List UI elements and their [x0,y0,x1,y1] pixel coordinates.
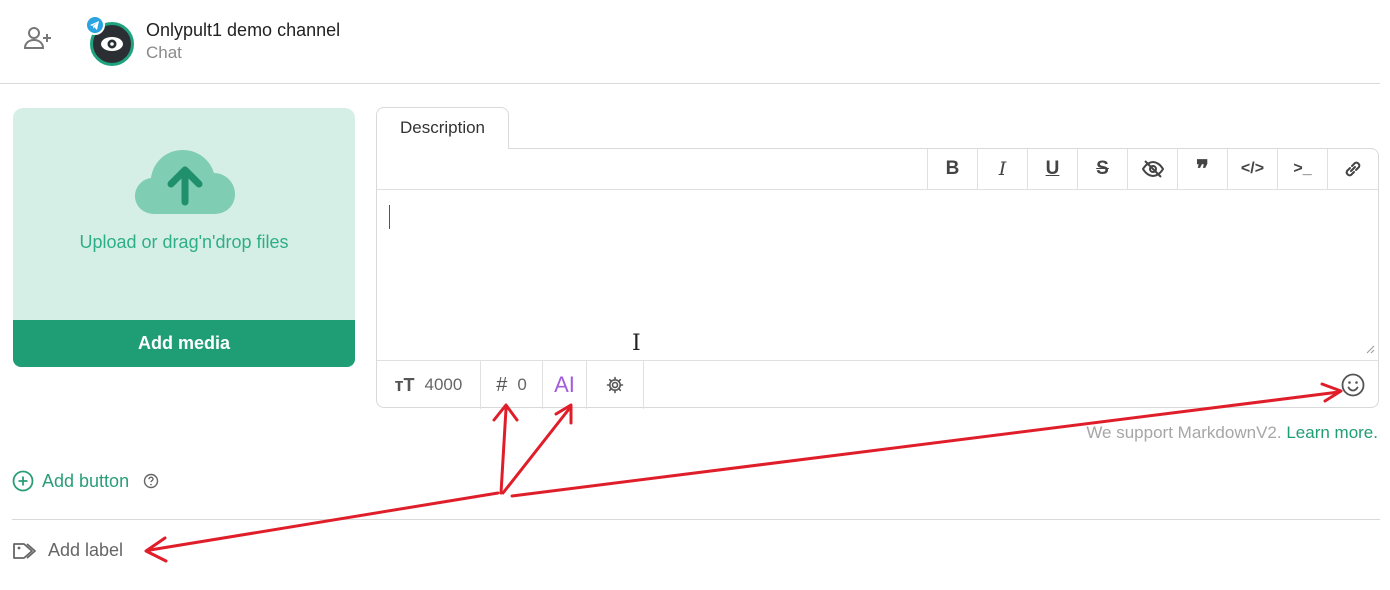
channel-type: Chat [146,43,182,62]
add-user-icon[interactable] [22,24,54,52]
hashtag-icon: # [496,373,508,396]
telegram-badge-icon [85,15,105,35]
quote-icon: ❞ [1196,155,1209,183]
underline-button[interactable]: U [1028,149,1078,189]
underline-icon: U [1045,158,1060,179]
code-icon: </> [1240,160,1265,177]
hashtag-count: 0 [517,375,527,394]
terminal-icon: >_ [1293,160,1312,177]
text-caret [389,205,390,229]
ibeam-cursor-icon: I [632,331,641,356]
bold-button[interactable]: B [928,149,978,189]
learn-more-link[interactable]: Learn more. [1286,423,1378,442]
editor-bottom-bar: ᴛT 4000 # 0 AI [377,360,1378,409]
eye-logo-icon [101,37,123,51]
eye-off-icon [1141,160,1164,178]
quote-button[interactable]: ❞ [1178,149,1228,189]
add-button-action[interactable]: Add button [12,470,159,492]
spoiler-button[interactable] [1128,149,1178,189]
add-button-label: Add button [42,470,130,491]
char-limit-value: 4000 [424,375,463,394]
ai-assistant-button[interactable]: AI [543,361,587,409]
add-label-action[interactable]: Add label [12,540,123,561]
upload-dropzone[interactable]: Upload or drag'n'drop files [13,108,355,320]
add-label-label: Add label [48,540,124,560]
pre-button[interactable]: >_ [1278,149,1328,189]
link-button[interactable] [1328,149,1378,189]
markdown-note-text: We support MarkdownV2. [1086,423,1282,442]
format-toolbar: B I U S ❞ </> >_ [927,149,1378,189]
description-textarea[interactable]: I [377,190,1378,360]
bold-icon: B [945,158,960,179]
italic-icon: I [998,158,1007,180]
strikethrough-icon: S [1096,158,1109,179]
link-icon [1345,161,1361,177]
add-media-button[interactable]: Add media [13,320,355,367]
strikethrough-button[interactable]: S [1078,149,1128,189]
hashtag-button[interactable]: # 0 [481,361,543,409]
italic-button[interactable]: I [978,149,1028,189]
channel-avatar [85,15,134,66]
char-limit-indicator: ᴛT 4000 [377,361,481,409]
channel-header: Onlypult1 demo channel Chat [0,0,1380,84]
resize-grip-icon[interactable] [1365,344,1375,354]
markdown-note: We support MarkdownV2. Learn more. [1086,423,1378,443]
upload-text: Upload or drag'n'drop files [79,232,289,252]
ai-label: AI [554,372,575,397]
gear-icon [606,376,624,394]
message-editor: B I U S ❞ </> >_ I ᴛT 4000 # 0 AI [376,148,1379,409]
settings-button[interactable] [587,361,644,409]
code-button[interactable]: </> [1228,149,1278,189]
emoji-icon[interactable] [1340,372,1366,398]
divider [12,519,1380,520]
tag-icon [13,542,36,559]
cloud-upload-icon [135,150,235,214]
tab-description[interactable]: Description [376,107,509,149]
help-icon[interactable] [143,473,159,489]
text-size-icon: ᴛT [394,374,415,395]
channel-name: Onlypult1 demo channel [146,20,341,40]
plus-circle-icon [12,470,34,492]
